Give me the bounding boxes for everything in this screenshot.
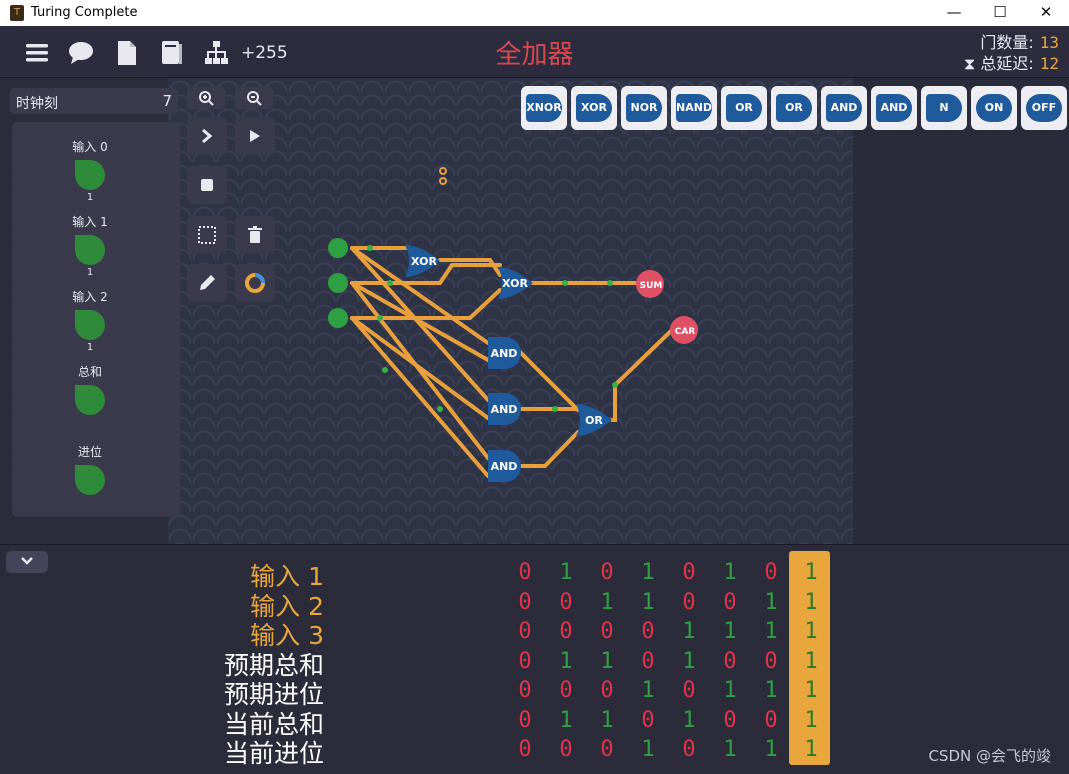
and-1-label: AND bbox=[491, 347, 518, 360]
truth-table-cell: 1 bbox=[804, 737, 818, 762]
truth-table-cell: 0 bbox=[682, 678, 696, 703]
truth-table-cell: 0 bbox=[518, 678, 532, 703]
truth-table-cell: 1 bbox=[723, 560, 737, 585]
truth-table-cell: 1 bbox=[804, 560, 818, 585]
truth-table-cell: 1 bbox=[641, 589, 655, 615]
xor-2-label: XOR bbox=[502, 277, 528, 290]
truth-table-cell: 1 bbox=[804, 648, 818, 674]
truth-table-cell: 1 bbox=[804, 589, 818, 615]
truth-table-cell: 0 bbox=[600, 560, 614, 585]
and-2-label: AND bbox=[491, 403, 518, 416]
carry-label: CAR bbox=[675, 327, 696, 337]
truth-table-cell: 0 bbox=[723, 648, 737, 674]
truth-table-cell: 0 bbox=[682, 737, 696, 762]
truth-table-cell: 1 bbox=[764, 678, 778, 703]
truth-table-cell: 1 bbox=[641, 678, 655, 703]
input-pins[interactable] bbox=[328, 238, 348, 328]
truth-table-cell: 0 bbox=[723, 589, 737, 615]
truth-table-cell: 1 bbox=[804, 678, 818, 703]
truth-table-cell: 1 bbox=[804, 707, 818, 733]
truth-table-cell: 1 bbox=[600, 589, 614, 615]
truth-table-cell: 1 bbox=[559, 648, 573, 674]
truth-table-cell: 1 bbox=[682, 619, 696, 644]
truth-table-cell: 1 bbox=[641, 737, 655, 762]
truth-table-cell: 1 bbox=[723, 737, 737, 762]
truth-table-row: 预期总和 0 1 1 0 1 0 0 1 bbox=[0, 646, 900, 680]
truth-table-cell: 0 bbox=[600, 678, 614, 703]
xor-1-label: XOR bbox=[411, 255, 437, 268]
input-pin-1[interactable] bbox=[328, 273, 348, 293]
truth-table-cell: 1 bbox=[600, 648, 614, 674]
truth-table-cell: 0 bbox=[518, 560, 532, 585]
truth-table-cell: 0 bbox=[559, 678, 573, 703]
truth-table-cell: 0 bbox=[723, 707, 737, 733]
truth-table-cell: 0 bbox=[764, 560, 778, 585]
truth-table-cell: 0 bbox=[641, 707, 655, 733]
truth-table-cell: 0 bbox=[641, 619, 655, 644]
truth-table-cell: 1 bbox=[723, 678, 737, 703]
truth-table-cell: 1 bbox=[764, 737, 778, 762]
truth-table-row-label: 当前进位 bbox=[223, 739, 324, 768]
truth-table-cell: 0 bbox=[518, 648, 532, 674]
truth-table-cell: 0 bbox=[764, 707, 778, 733]
link-icon bbox=[439, 167, 447, 185]
input-pin-2[interactable] bbox=[328, 308, 348, 328]
truth-table-panel: 输入 1 0 1 0 1 0 1 0 1 输入 2 0 0 1 1 0 0 1 1 输入 3 0 0 0 0 1 1 1 1 预期总和… bbox=[0, 544, 1069, 774]
truth-table-cell: 0 bbox=[518, 707, 532, 733]
truth-table-cell: 1 bbox=[559, 560, 573, 585]
truth-table-row: 当前总和 0 1 1 0 1 0 0 1 bbox=[0, 705, 900, 739]
truth-table-cell: 0 bbox=[559, 589, 573, 615]
truth-table-row: 输入 101010101 bbox=[0, 557, 900, 591]
or-label: OR bbox=[585, 414, 603, 427]
truth-table-cell: 0 bbox=[559, 619, 573, 644]
truth-table-cell: 0 bbox=[600, 737, 614, 762]
input-pin-0[interactable] bbox=[328, 238, 348, 258]
truth-table-cell: 0 bbox=[764, 648, 778, 674]
sum-label: SUM bbox=[640, 281, 663, 291]
truth-table-cell: 0 bbox=[682, 589, 696, 615]
truth-table-cell: 0 bbox=[518, 619, 532, 644]
truth-table-row: 输入 200110011 bbox=[0, 587, 900, 621]
truth-table-cell: 1 bbox=[682, 648, 696, 674]
truth-table-cell: 1 bbox=[804, 619, 818, 644]
and-3-label: AND bbox=[491, 460, 518, 473]
truth-table-row: 输入 300001111 bbox=[0, 616, 900, 650]
truth-table-cell: 1 bbox=[641, 560, 655, 585]
truth-table-cell: 1 bbox=[600, 707, 614, 733]
truth-table-cell: 1 bbox=[559, 707, 573, 733]
truth-table-cell: 0 bbox=[682, 560, 696, 585]
truth-table-cell: 1 bbox=[682, 707, 696, 733]
truth-table-cell: 1 bbox=[764, 619, 778, 644]
truth-table-cell: 1 bbox=[723, 619, 737, 644]
truth-table-cell: 0 bbox=[641, 648, 655, 674]
truth-table-cell: 0 bbox=[518, 589, 532, 615]
truth-table-cell: 0 bbox=[518, 737, 532, 762]
truth-table-cell: 0 bbox=[559, 737, 573, 762]
watermark: CSDN @会飞的竣 bbox=[928, 747, 1051, 765]
truth-table-cell: 1 bbox=[764, 589, 778, 615]
wire-junctions bbox=[367, 245, 618, 412]
truth-table-cell: 0 bbox=[600, 619, 614, 644]
truth-table-row: 当前进位 0 0 0 1 0 1 1 1 bbox=[0, 734, 900, 768]
truth-table-row: 预期进位 0 0 0 1 0 1 1 1 bbox=[0, 675, 900, 709]
